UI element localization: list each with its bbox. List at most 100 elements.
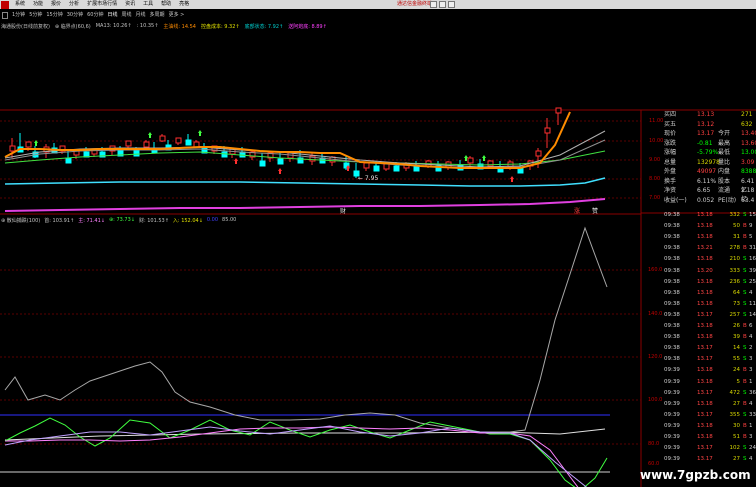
sub-y-axis-label: 140.0 <box>648 311 663 317</box>
tick-flag: S <box>743 456 747 463</box>
date-marker: 财 <box>340 208 347 215</box>
quote-extra-label: 内盘 <box>718 168 731 175</box>
quote-value: 13.13 <box>697 111 715 118</box>
tick-vol: 332 <box>729 212 741 218</box>
quote-row: 涨跌 -0.81 最高 13.60 <box>663 139 756 148</box>
tick-row[interactable]: 09:39 13.17 102 S 24 <box>663 444 756 453</box>
tick-vol: 102 <box>729 445 741 452</box>
tick-time: 09:38 <box>664 345 680 352</box>
tick-price: 13.17 <box>697 411 713 418</box>
tick-flag: B <box>743 400 747 407</box>
tick-row[interactable]: 09:38 13.18 210 S 16 <box>663 255 756 264</box>
tick-row[interactable]: 09:39 13.18 5 B 1 <box>663 378 756 387</box>
sub-legend-item: 主: 71.41↓ <box>78 218 105 224</box>
tick-time: 09:38 <box>664 334 680 341</box>
candle-body <box>259 160 266 167</box>
tick-flag: S <box>743 300 747 307</box>
tick-extra: 39 <box>749 267 756 274</box>
tick-flag: S <box>743 345 747 352</box>
candle-body <box>25 141 32 148</box>
tick-row[interactable]: 09:38 13.18 332 S 15 <box>663 211 756 220</box>
tick-row[interactable]: 09:39 13.17 355 S 33 <box>663 411 756 420</box>
tick-extra: 4 <box>749 456 753 463</box>
quote-row: 涨幅 -5.79%最低 13.00 <box>663 148 756 157</box>
tick-vol: 27 <box>733 400 740 407</box>
tick-time: 09:39 <box>664 367 680 374</box>
tick-vol: 26 <box>733 323 740 329</box>
quote-extra-value: 13.60 <box>741 139 756 147</box>
sub-y-axis-label: 160.0 <box>648 267 663 273</box>
tick-price: 13.18 <box>697 434 713 440</box>
candle-body <box>277 158 284 165</box>
signal-arrow <box>148 132 152 138</box>
tick-time: 09:38 <box>664 212 680 218</box>
quote-extra-value: 632 <box>741 120 753 128</box>
tick-vol: 30 <box>733 422 740 429</box>
tick-extra: 4 <box>749 400 753 407</box>
signal-arrow <box>198 130 202 136</box>
y-axis-label: 8.00 <box>649 176 661 182</box>
tick-row[interactable]: 09:38 13.18 39 B 4 <box>663 333 756 342</box>
quote-extra-value: 13.00 <box>741 149 756 156</box>
tick-list[interactable]: 09:38 13.18 332 S 15 09:38 13.18 50 B 9 09:38 13.18… <box>663 211 756 471</box>
tick-row[interactable]: 09:39 13.18 27 B 4 <box>663 400 756 409</box>
tick-row[interactable]: 09:39 13.17 472 S 36 <box>663 389 756 398</box>
tick-vol: 27 <box>733 456 740 463</box>
tick-extra: 6 <box>749 323 753 329</box>
tick-row[interactable]: 09:39 13.18 30 B 1 <box>663 422 756 431</box>
quote-row: 收益(一) 0.052 PE(动) 63.4 <box>663 196 756 205</box>
tick-row[interactable]: 09:38 13.18 50 B 9 <box>663 222 756 231</box>
tick-vol: 24 <box>733 367 740 374</box>
candle-body <box>544 127 551 134</box>
sub-legend-item: 首: 103.91↑ <box>44 218 75 224</box>
tick-row[interactable]: 09:38 13.18 64 S 4 <box>663 289 756 298</box>
tick-time: 09:38 <box>664 289 680 296</box>
quote-row: 净资 6.65 流通 2.18亿 <box>663 186 756 203</box>
tick-extra: 3 <box>749 356 753 363</box>
quote-label: 换手 <box>664 177 677 185</box>
tick-row[interactable]: 09:38 13.17 14 S 2 <box>663 344 756 353</box>
tick-flag: S <box>743 389 747 396</box>
tick-price: 13.17 <box>697 345 713 352</box>
tick-row[interactable]: 09:38 13.20 333 S 39 <box>663 267 756 276</box>
tick-vol: 236 <box>729 278 741 285</box>
quote-value: 132978 <box>697 158 720 166</box>
tick-time: 09:38 <box>664 223 680 230</box>
candle-body <box>221 151 228 158</box>
tick-price: 13.18 <box>697 323 713 329</box>
quote-extra-label: 流通 <box>718 187 731 194</box>
candle-body <box>133 150 140 157</box>
tick-row[interactable]: 09:39 13.17 27 S 4 <box>663 455 756 464</box>
tick-vol: 64 <box>733 289 740 296</box>
tick-flag: S <box>743 356 747 363</box>
tick-flag: B <box>743 334 747 341</box>
tick-row[interactable]: 09:38 13.18 26 B 6 <box>663 322 756 331</box>
tick-extra: 16 <box>749 256 756 263</box>
quote-panel: 买四 13.13 271 买五 13.12 632 现价 13.17今开 13.40 涨跌 -0.8… <box>663 110 756 213</box>
sub-legend-item: 财: 101.53↑ <box>138 218 169 224</box>
tick-row[interactable]: 09:38 13.18 31 B 5 <box>663 233 756 242</box>
tick-flag: B <box>743 434 747 440</box>
tick-time: 09:38 <box>664 278 680 285</box>
tick-row[interactable]: 09:38 13.17 55 S 3 <box>663 355 756 364</box>
tick-row[interactable]: 09:38 13.18 73 S 11 <box>663 300 756 309</box>
quote-row: 总量 132978 量比 3.09 <box>663 158 756 167</box>
tick-extra: 11 <box>749 300 756 307</box>
quote-label: 买五 <box>664 120 677 128</box>
tick-row[interactable]: 09:38 13.18 236 S 25 <box>663 278 756 287</box>
tick-row[interactable]: 09:38 13.17 257 S 14 <box>663 311 756 320</box>
tick-flag: B <box>743 245 747 252</box>
kline-chart[interactable] <box>0 0 756 487</box>
tick-row[interactable]: 09:39 13.18 24 B 3 <box>663 366 756 375</box>
signal-arrow <box>510 176 514 182</box>
tick-time: 09:39 <box>664 434 680 440</box>
sub-y-axis-label: 100.0 <box>648 397 663 403</box>
tick-price: 13.18 <box>697 278 713 285</box>
tick-row[interactable]: 09:39 13.18 51 B 3 <box>663 433 756 442</box>
candlesticks <box>9 107 562 182</box>
sub-y-axis-label: 80.0 <box>648 441 660 447</box>
tick-row[interactable]: 09:38 13.21 278 B 31 <box>663 244 756 253</box>
tick-flag: S <box>743 311 747 318</box>
quote-extra-value: 83881 <box>741 168 756 175</box>
quote-extra-value: 13.40 <box>741 130 756 137</box>
